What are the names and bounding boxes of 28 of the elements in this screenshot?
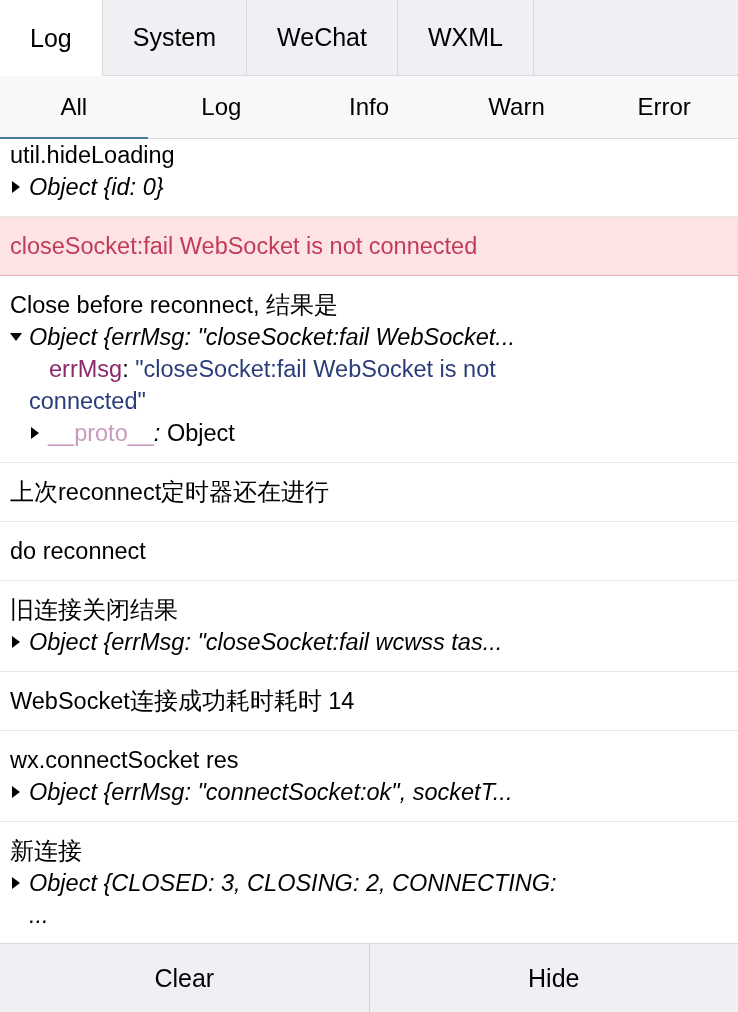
caret-right-icon[interactable] <box>10 180 22 194</box>
hide-button[interactable]: Hide <box>368 944 738 1012</box>
filter-tab[interactable]: Warn <box>442 76 591 139</box>
caret-right-icon[interactable] <box>29 426 41 440</box>
log-message: 新连接 <box>10 837 83 866</box>
caret-right-icon[interactable] <box>10 876 22 890</box>
log-message: WebSocket连接成功耗时耗时 14 <box>10 687 356 716</box>
object-summary[interactable]: Object {errMsg: "connectSocket:ok", socketT... <box>29 776 513 808</box>
tab[interactable]: Log <box>0 0 103 76</box>
object-summary[interactable]: Object {id: 0} <box>29 171 164 203</box>
filter-tab[interactable]: Log <box>147 76 296 139</box>
caret-right-icon[interactable] <box>10 635 22 649</box>
object-property: errMsg: "closeSocket:fail WebSocket is not connected" <box>28 355 497 416</box>
filter-tab[interactable]: Info <box>295 76 443 139</box>
log-message: wx.connectSocket res <box>10 746 240 775</box>
prototype-property[interactable]: __proto__: Object <box>48 417 235 449</box>
object-summary[interactable]: Object {errMsg: "closeSocket:fail WebSocket... <box>29 321 515 353</box>
filter-tab[interactable]: Error <box>590 76 738 139</box>
object-summary[interactable]: Object {CLOSED: 3, CLOSING: 2, CONNECTING: ... <box>29 867 570 931</box>
log-message: Close before reconnect, 结果是 <box>10 291 340 320</box>
log-message: util.hideLoading <box>10 141 176 170</box>
log-message: 旧连接关闭结果 <box>10 596 179 625</box>
log-message: closeSocket:fail WebSocket is not connected <box>10 232 479 261</box>
caret-right-icon[interactable] <box>10 785 22 799</box>
clear-button[interactable]: Clear <box>0 944 369 1012</box>
log-message: 上次reconnect定时器还在进行 <box>10 478 331 507</box>
log-message: do reconnect <box>10 537 147 566</box>
object-summary[interactable]: Object {errMsg: "closeSocket:fail wcwss tas... <box>29 626 503 658</box>
